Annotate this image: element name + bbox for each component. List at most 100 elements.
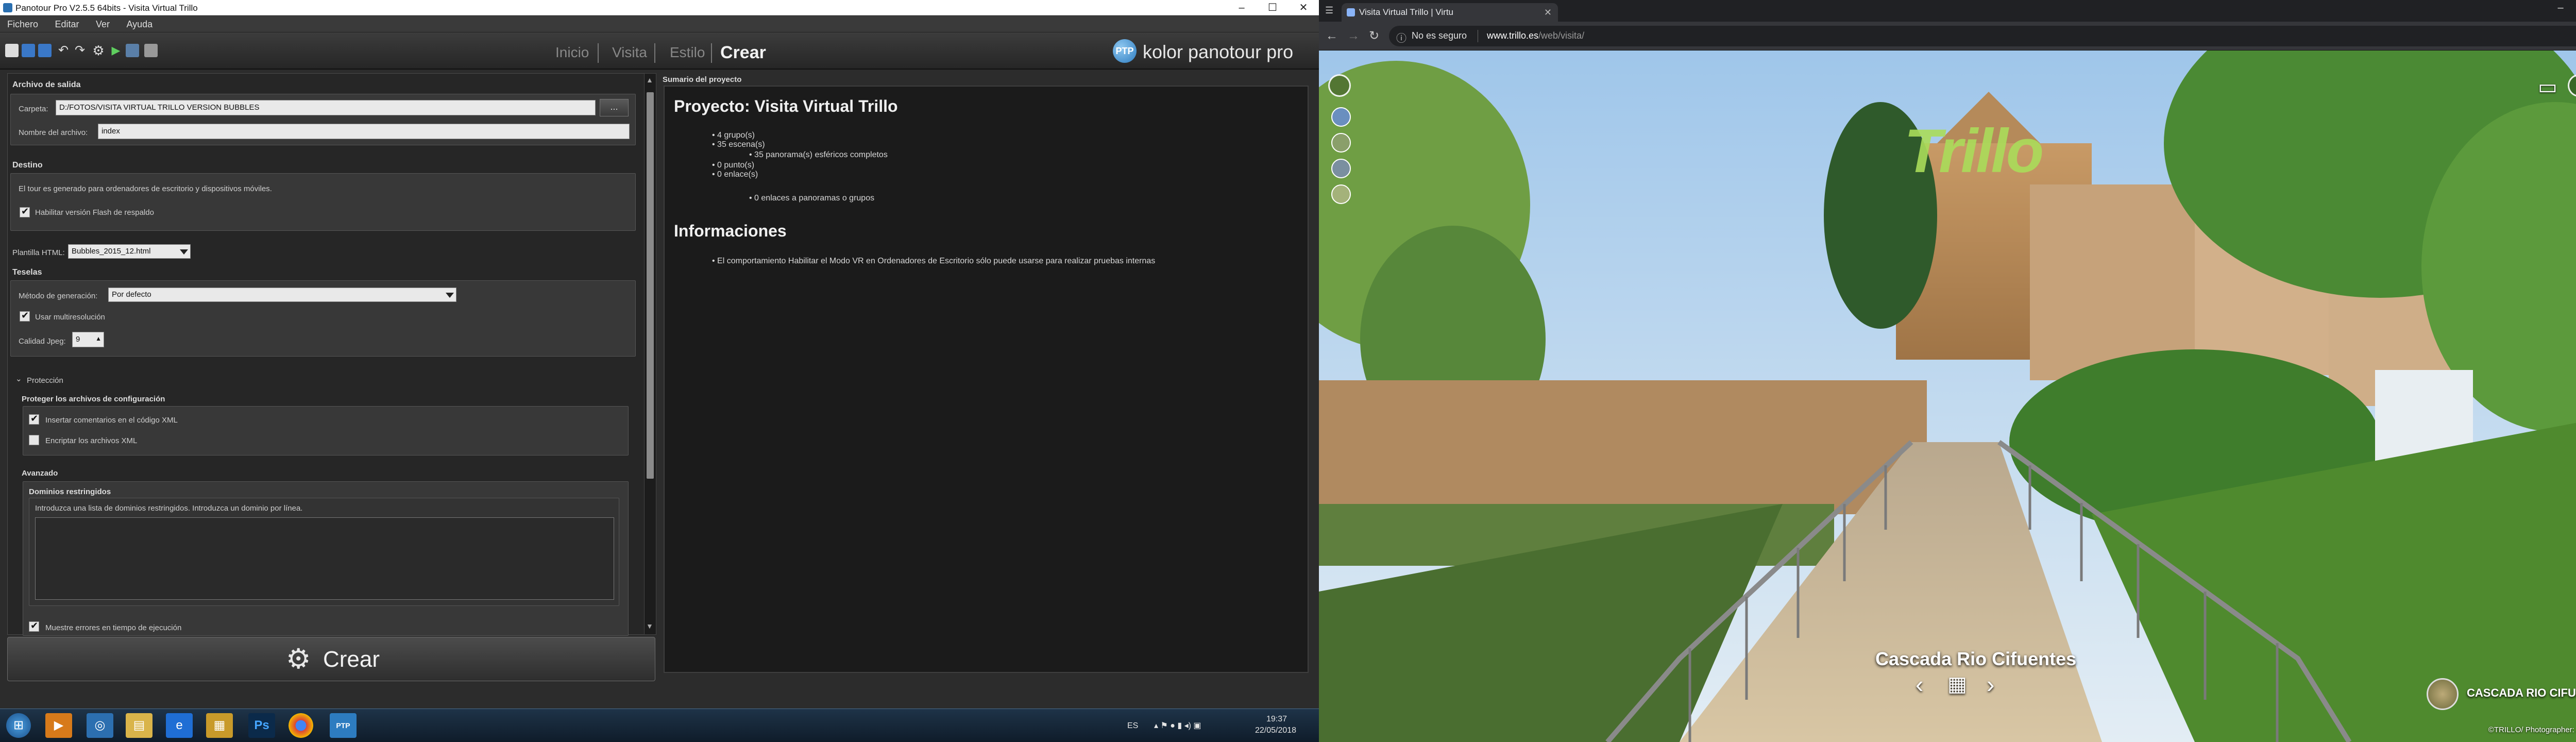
new-icon[interactable] [5,44,19,57]
chrome-icon[interactable] [289,713,313,738]
domains-hint: Introduzca una lista de dominios restrin… [35,504,303,513]
previous-scene-icon[interactable]: ‹ [1916,669,1923,700]
info-icon[interactable]: ⓘ [1396,30,1406,45]
encrypt-xml-checkbox[interactable] [29,435,39,445]
browser-tab[interactable]: Visita Virtual Trillo | Virtu ✕ [1342,3,1558,22]
tray-icons[interactable]: ▴ ⚑ ● ▮ ◂) ▣ [1154,709,1201,742]
tab-inicio[interactable]: Inicio [555,41,589,64]
output-header: Archivo de salida [12,80,81,89]
encrypt-xml-label: Encriptar los archivos XML [45,436,138,445]
info-title: Informaciones [674,222,787,240]
menu-ver[interactable]: Ver [96,16,110,32]
scene-title: Cascada Rio Cifuentes [1875,648,2077,669]
open-icon[interactable] [22,44,35,57]
scene-grid-icon[interactable]: ▦ [1947,669,1967,700]
undo-icon[interactable]: ↶ [57,44,70,57]
address-bar[interactable]: ⓘ No es seguro www.trillo.es/web/visita/… [1389,26,2576,46]
destination-header: Destino [12,161,43,170]
settings-scrollbar[interactable]: ▲ ▼ [644,73,656,635]
tab-separator [654,43,655,63]
protection-header[interactable]: Protección [27,376,63,385]
export-icon[interactable] [144,44,158,57]
minimize-button[interactable]: – [1226,0,1257,15]
app-icon [3,3,12,12]
language-indicator[interactable]: ES [1127,709,1138,742]
quality-spinbox[interactable]: 9 ▲▼ [72,332,104,347]
settings-gear-icon[interactable]: ⚙ [92,44,105,57]
back-icon[interactable]: ← [1324,28,1340,44]
close-button[interactable]: ✕ [1288,0,1319,15]
menu-editar[interactable]: Editar [55,16,79,32]
browser-window: ☰ Visita Virtual Trillo | Virtu ✕ – ☐ ✕ … [1319,0,2576,742]
flash-checkbox[interactable] [20,206,30,217]
scroll-down-icon[interactable]: ▼ [646,622,653,630]
browser-menu-icon[interactable]: ☰ [1325,5,1333,16]
photoshop-icon[interactable]: Ps [248,713,275,738]
security-label: No es seguro [1412,30,1467,41]
internet-explorer-icon[interactable]: e [166,713,193,738]
xml-comments-checkbox[interactable] [29,413,39,425]
xml-comments-label: Insertar comentarios en el código XML [45,416,178,425]
method-select[interactable]: Por defecto [108,288,456,302]
project-title: Proyecto: Visita Virtual Trillo [674,97,898,115]
maximize-button[interactable]: ☐ [1257,0,1288,15]
group-thumb-icon[interactable] [1331,107,1351,127]
url-domain: www.trillo.es [1487,30,1539,41]
save-icon[interactable] [38,44,52,57]
trillo-logo: Trillo [1904,116,2044,185]
group-thumb-icon[interactable] [1331,159,1351,178]
show-errors-label: Muestre errores en tiempo de ejecución [45,623,182,632]
preview-icon[interactable] [126,44,139,57]
folder-label: Carpeta: [19,105,48,113]
network-icon[interactable]: ◎ [87,713,113,738]
scroll-up-icon[interactable]: ▲ [646,76,653,84]
summary-item: • 0 enlace(s) [712,170,758,179]
tab-visita[interactable]: Visita [612,41,647,64]
url-text: www.trillo.es/web/visita/ [1487,30,1584,41]
favicon-icon [1347,8,1355,16]
forward-icon[interactable]: → [1346,28,1361,44]
create-button[interactable]: ⚙ Crear [7,637,655,681]
spin-arrows-icon[interactable]: ▲▼ [95,332,101,347]
folder-input[interactable]: D:/FOTOS/VISITA VIRTUAL TRILLO VERSION B… [56,100,596,115]
multires-checkbox[interactable] [20,310,30,322]
redo-icon[interactable]: ↷ [73,44,87,57]
explorer-icon[interactable]: ▤ [126,713,152,738]
browse-button[interactable]: ... [600,99,629,116]
summary-item: • 35 escena(s) [712,140,765,149]
photo-credit: ©TRILLO/ Photographer: Alberto Cerrada [2488,726,2576,734]
group-thumb-icon[interactable] [1331,184,1351,204]
destination-description: El tour es generado para ordenadores de … [19,184,272,193]
vr-headset-icon[interactable]: ▭ [2538,75,2557,99]
panorama-viewer[interactable]: Trillo ▭ ⤢ Cascada Rio Cifuentes ‹ ▦ › C… [1319,50,2576,742]
tab-estilo[interactable]: Estilo [670,41,705,64]
group-thumb-icon[interactable] [1331,133,1351,153]
protection-collapse-icon[interactable]: ⌄ [15,374,22,383]
tab-crear[interactable]: Crear [720,41,766,64]
menu-ayuda[interactable]: Ayuda [126,16,152,32]
play-icon[interactable]: ▶ [109,44,123,57]
minimize-button[interactable]: – [2545,0,2576,15]
app-grid-icon[interactable]: ▦ [206,713,233,738]
menu-fichero[interactable]: Fichero [7,16,38,32]
tiles-header: Teselas [12,268,42,277]
info-item: • El comportamiento Habilitar el Modo VR… [712,257,1156,265]
media-player-icon[interactable]: ▶ [45,713,72,738]
map-toggle-icon[interactable] [1328,74,1351,97]
domains-textarea[interactable] [35,517,614,600]
chevron-down-icon [180,249,188,255]
scroll-thumb[interactable] [647,92,654,479]
destination-section [10,173,636,231]
filename-input[interactable]: index [98,124,630,139]
next-scene-icon[interactable]: › [1987,669,1994,700]
summary-panel: Proyecto: Visita Virtual Trillo • 4 grup… [664,86,1309,673]
domains-header: Dominios restringidos [29,487,111,496]
start-button[interactable]: ⊞ [6,713,31,738]
reload-icon[interactable]: ↻ [1366,28,1382,44]
close-tab-icon[interactable]: ✕ [1544,3,1552,22]
template-select[interactable]: Bubbles_2015_12.html [68,244,191,259]
panotour-taskbar-icon[interactable]: PTP [330,713,357,738]
current-scene-thumbnail[interactable] [2427,678,2459,710]
url-path: /web/visita/ [1538,30,1585,41]
show-errors-checkbox[interactable] [29,620,39,632]
